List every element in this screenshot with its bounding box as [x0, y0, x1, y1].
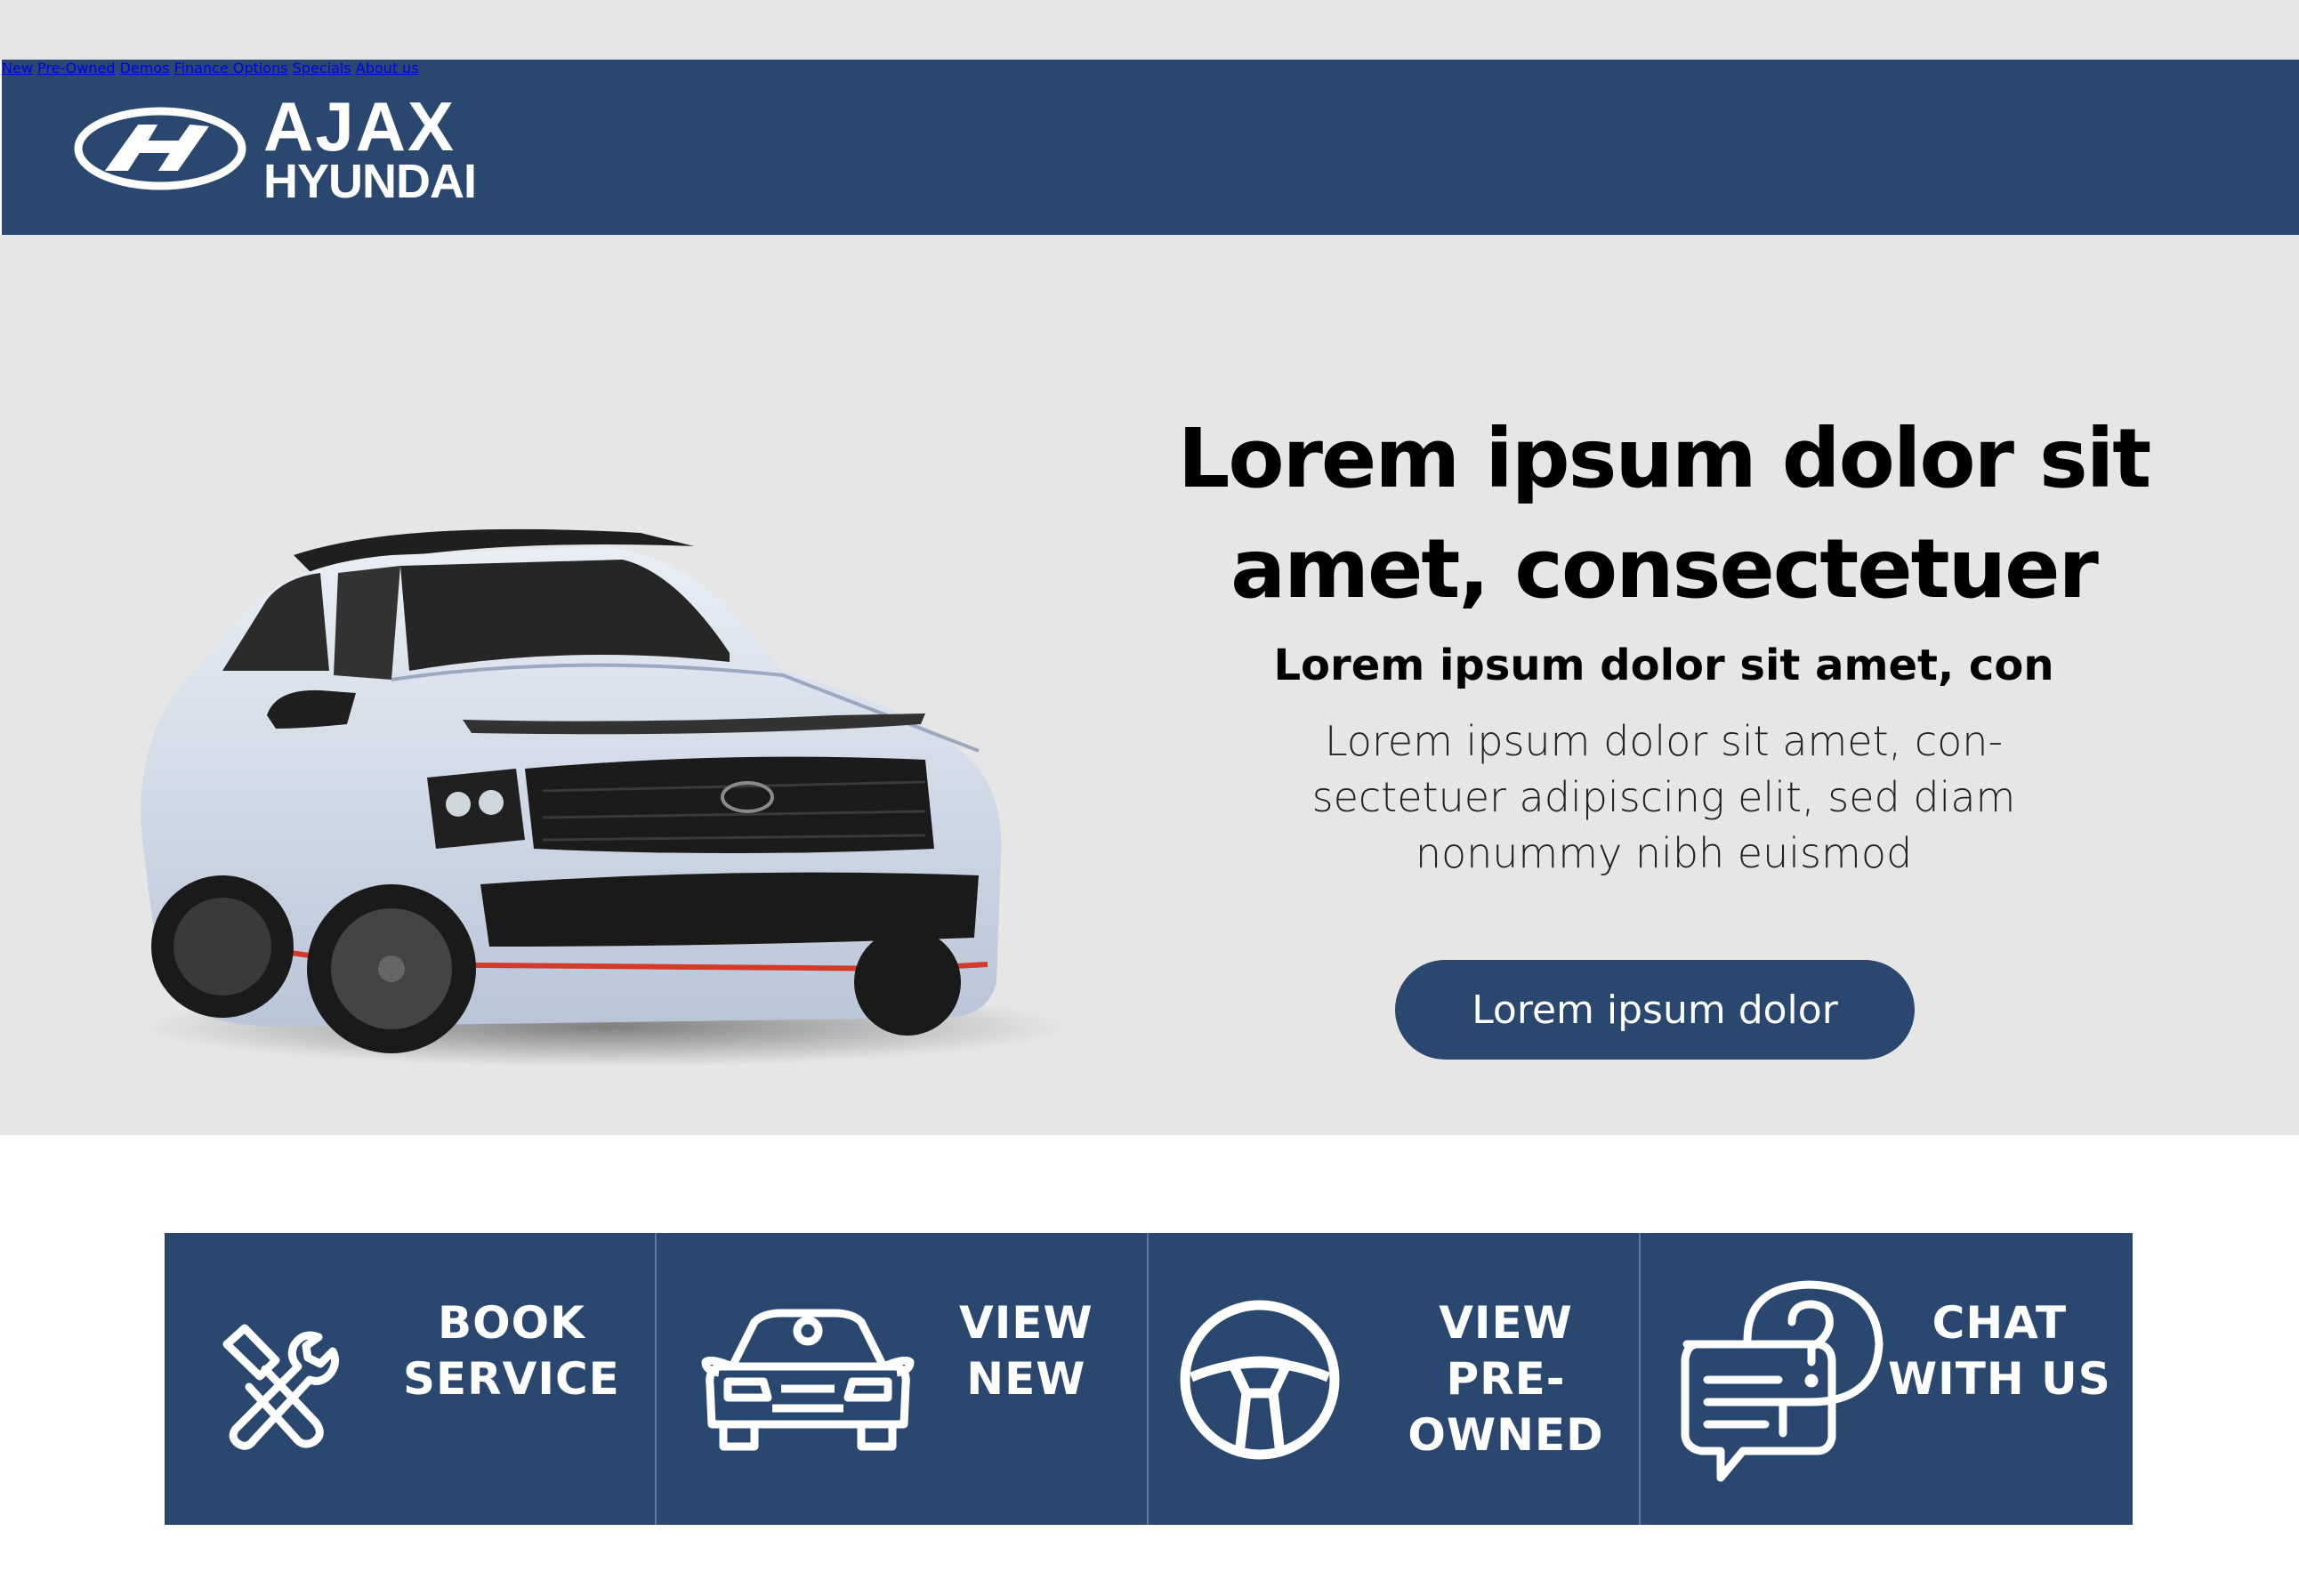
hero-banner: Lorem ipsum dolor sit amet, consectetuer…: [0, 235, 2299, 1135]
site-header: AJAX HYUNDAI New Pre-Owned Demos Finance…: [2, 60, 2299, 235]
nav-item-demos[interactable]: Demos: [120, 60, 170, 77]
brand-logo[interactable]: AJAX HYUNDAI: [73, 87, 477, 208]
tile-book-service[interactable]: BOOK SERVICE: [165, 1233, 657, 1525]
tile-view-pre-owned-label: VIEW PRE-OWNED: [1408, 1297, 1604, 1461]
hero-title: Lorem ipsum dolor sit amet, consectetuer: [1177, 411, 2152, 617]
hero-text-block: Lorem ipsum dolor sit amet, consectetuer…: [1157, 404, 2171, 882]
nav-item-pre-owned[interactable]: Pre-Owned: [37, 60, 115, 77]
top-strip: [0, 0, 2299, 60]
car-image: [141, 528, 1068, 1067]
nav-item-specials[interactable]: Specials: [293, 60, 351, 77]
brand-line2: HYUNDAI: [263, 155, 477, 208]
quick-links: BOOK SERVICE VIEW NEW VIEW PRE-OWNED CHA…: [165, 1233, 2133, 1525]
tile-book-service-label: BOOK SERVICE: [403, 1297, 620, 1405]
nav-item-new[interactable]: New: [2, 60, 33, 77]
tile-chat-with-us-label: CHAT WITH US: [1888, 1297, 2111, 1405]
tile-view-pre-owned[interactable]: VIEW PRE-OWNED: [1149, 1233, 1641, 1525]
tools-icon: [222, 1324, 340, 1450]
tile-chat-with-us[interactable]: CHAT WITH US: [1641, 1233, 2133, 1525]
nav-item-finance-options[interactable]: Finance Options: [174, 60, 288, 77]
brand-line1: AJAX: [263, 87, 456, 165]
hyundai-logo-icon: [74, 107, 246, 190]
main-nav: New Pre-Owned Demos Finance Options Spec…: [2, 60, 2299, 77]
hero-cta-button[interactable]: Lorem ipsum dolor: [1395, 960, 1915, 1060]
hero-body-text: Lorem ipsum dolor sit amet, con-sectetue…: [1311, 717, 2016, 877]
steering-wheel-icon: [1180, 1300, 1340, 1460]
nav-item-about-us[interactable]: About us: [356, 60, 419, 77]
car-front-icon: [701, 1309, 915, 1451]
hero-subtitle: Lorem ipsum dolor sit amet, con: [1273, 641, 2054, 690]
brand-wordmark: AJAX HYUNDAI: [263, 87, 477, 208]
tile-view-new-label: VIEW NEW: [959, 1297, 1093, 1405]
chat-question-icon: [1681, 1280, 1884, 1482]
tile-view-new[interactable]: VIEW NEW: [657, 1233, 1149, 1525]
